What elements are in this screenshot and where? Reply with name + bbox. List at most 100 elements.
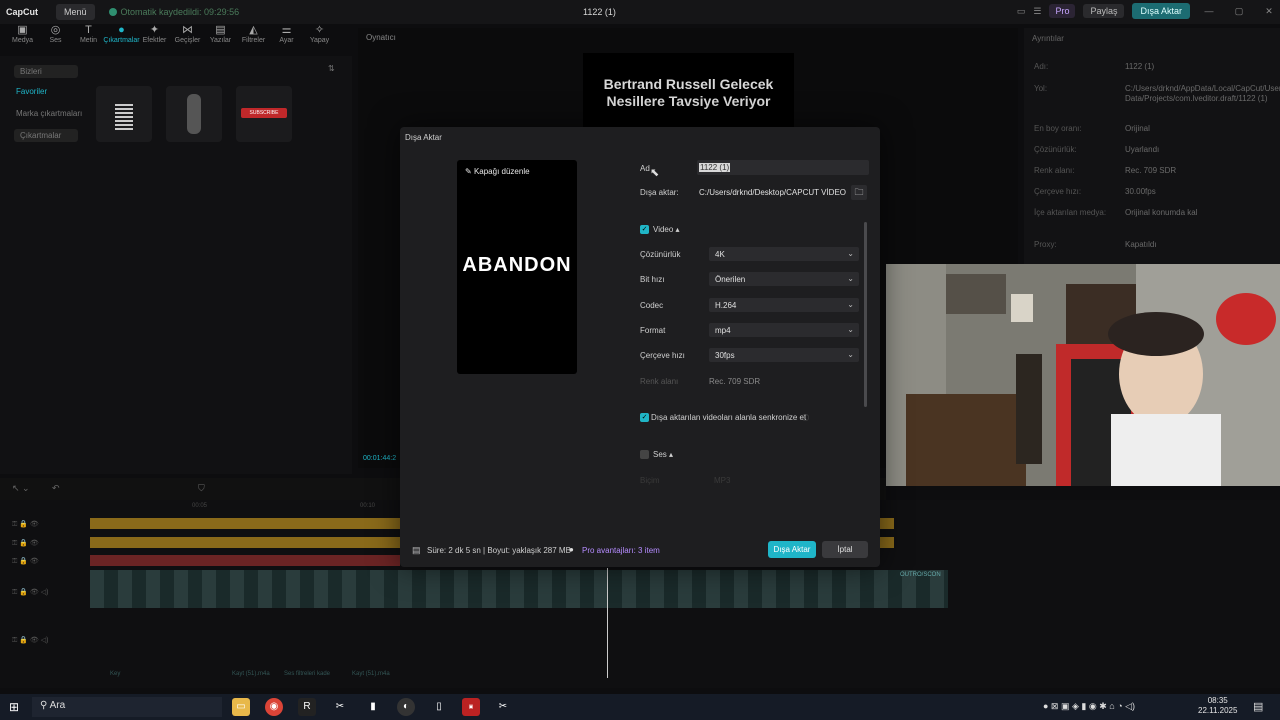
- maximize-icon[interactable]: ▢: [1228, 6, 1250, 17]
- audio-clip-3[interactable]: Kayt (51).m4a: [352, 671, 390, 677]
- layout-icon[interactable]: ▭: [1017, 6, 1026, 17]
- sync-label[interactable]: Dışa aktarılan videoları alanla senkroni…: [651, 413, 806, 422]
- cursor-icon: ⬉: [650, 167, 660, 179]
- tool-label: Ses: [49, 37, 62, 44]
- audio-clip-1[interactable]: Kayt (51).m4a: [232, 671, 270, 677]
- folder-icon[interactable]: 🗀: [851, 185, 867, 200]
- category-dropdown[interactable]: Bizleri: [14, 65, 78, 78]
- favorites-link[interactable]: Favoriler: [16, 87, 47, 96]
- track-red[interactable]: [90, 555, 400, 566]
- name-input[interactable]: 1122 (1): [697, 160, 869, 175]
- bitrate-select[interactable]: Önerilen ⌄: [709, 272, 859, 286]
- detail-value: Orijinal konumda kal: [1125, 208, 1198, 217]
- capcut-icon-2[interactable]: ✂: [494, 698, 512, 716]
- search-placeholder: Ara: [49, 700, 66, 711]
- track-controls[interactable]: ⚿ 🔒 👁 ◁): [12, 588, 48, 597]
- sticker-thumb-1[interactable]: [96, 86, 152, 142]
- file-explorer-icon[interactable]: ▭: [232, 698, 250, 716]
- settings-icon[interactable]: ☰: [1033, 6, 1041, 17]
- track-controls[interactable]: ⚿ 🔒 👁: [12, 557, 39, 566]
- detail-label: Yol:: [1034, 84, 1048, 93]
- playhead[interactable]: [607, 568, 608, 678]
- detail-label: Renk alanı:: [1034, 166, 1075, 175]
- app-r-icon[interactable]: R: [298, 698, 316, 716]
- tool-yazılar[interactable]: ▤ Yazılar: [204, 24, 237, 54]
- sticker-thumb-3[interactable]: SUBSCRIBE: [236, 86, 292, 142]
- edit-cover-button[interactable]: ✎ Kapağı düzenle: [465, 167, 530, 176]
- undo-icon[interactable]: ↶: [52, 483, 60, 494]
- dialog-scrollbar[interactable]: [864, 222, 867, 407]
- tool-ses[interactable]: ◎ Ses: [39, 24, 72, 54]
- ai-icon: ✧: [314, 24, 325, 36]
- audio-app-icon[interactable]: ▯: [430, 698, 448, 716]
- audio-section-label[interactable]: Ses ▴: [653, 450, 673, 459]
- notifications-icon[interactable]: ▤: [1253, 700, 1263, 713]
- filter-icon[interactable]: ⇅: [328, 64, 335, 73]
- taskbar-clock[interactable]: 08:35 22.11.2025: [1198, 696, 1237, 716]
- format-label: Format: [640, 326, 666, 335]
- track-controls[interactable]: ⚿ 🔒 👁: [12, 520, 39, 529]
- tool-metin[interactable]: T Metin: [72, 24, 105, 54]
- obs-icon[interactable]: ◐: [397, 698, 415, 716]
- stickers-dropdown[interactable]: Çıkartmalar: [14, 129, 78, 142]
- track-controls[interactable]: ⚿ 🔒 👁: [12, 539, 39, 548]
- framerate-select[interactable]: 30fps ⌄: [709, 348, 859, 362]
- tool-label: Medya: [11, 37, 33, 44]
- dialog-title: Dışa Aktar: [405, 133, 442, 142]
- video-preview[interactable]: Bertrand Russell Gelecek Nesillere Tavsi…: [583, 53, 794, 133]
- tool-medya[interactable]: ▣ Medya: [6, 24, 39, 54]
- detail-value: Rec. 709 SDR: [1125, 166, 1177, 175]
- chrome-icon[interactable]: ◉: [265, 698, 283, 716]
- share-button[interactable]: Paylaş: [1083, 4, 1125, 18]
- bitrate-label: Bit hızı: [640, 275, 665, 284]
- tool-geçişler[interactable]: ⋈ Geçişler: [171, 24, 204, 54]
- select-tool-icon[interactable]: ↖ ⌄: [12, 483, 30, 494]
- video-editor-icon[interactable]: ▣: [462, 698, 480, 716]
- tool-label: Çıkartmalar: [103, 37, 140, 44]
- video-checkbox[interactable]: ✓: [640, 225, 649, 234]
- export-button-top[interactable]: Dışa Aktar: [1132, 3, 1190, 19]
- export-path-input[interactable]: C:/Users/drknd/Desktop/CAPCUT VİDEO ...: [693, 185, 847, 200]
- system-tray-icons[interactable]: ● ⊠ ▣ ◈ ▮ ◉ ✱ ⌂ ◔ ◁): [1043, 701, 1135, 712]
- windows-start-icon[interactable]: ⊞: [9, 700, 19, 714]
- tool-label: Yapay: [309, 37, 330, 44]
- pro-benefits[interactable]: Pro avantajları: 3 item: [582, 546, 660, 555]
- resolution-select[interactable]: 4K ⌄: [709, 247, 859, 261]
- audio-clip-2[interactable]: Ses filtreleri kade: [284, 671, 330, 677]
- brand-stickers-link[interactable]: Marka çıkartmaları: [16, 109, 82, 118]
- tool-efektler[interactable]: ✦ Efektler: [138, 24, 171, 54]
- pro-button[interactable]: Pro: [1049, 4, 1076, 18]
- track-controls[interactable]: ⚿ 🔒 👁 ◁): [12, 636, 48, 645]
- tool-ayar[interactable]: ⚌ Ayar: [270, 24, 303, 54]
- video-track[interactable]: [90, 570, 948, 608]
- export-button[interactable]: Dışa Aktar: [768, 541, 816, 558]
- info-icon: ●: [569, 545, 574, 554]
- cancel-button[interactable]: İptal: [822, 541, 868, 558]
- saved-icon: [108, 8, 117, 16]
- resolution-value: 4K: [715, 250, 725, 259]
- sticker-thumb-2[interactable]: [166, 86, 222, 142]
- app-logo: CapCut: [6, 7, 38, 17]
- format-select[interactable]: mp4 ⌄: [709, 323, 859, 337]
- tool-çıkartmalar[interactable]: ● Çıkartmalar: [103, 24, 140, 54]
- tool-yapay[interactable]: ✧ Yapay: [303, 24, 336, 54]
- menu-button[interactable]: Menü: [56, 4, 95, 20]
- tool-filtreler[interactable]: ◭ Filtreler: [237, 24, 270, 54]
- shield-icon[interactable]: ⛉: [198, 483, 205, 494]
- video-section-label[interactable]: Video ▴: [653, 225, 680, 234]
- taskbar-search[interactable]: ⚲ Ara: [32, 697, 222, 717]
- minimize-icon[interactable]: —: [1198, 6, 1220, 16]
- adjust-icon: ⚌: [281, 24, 292, 36]
- sync-checkbox[interactable]: ✓: [640, 413, 649, 422]
- mic-app-icon[interactable]: ▮: [364, 698, 382, 716]
- capcut-icon[interactable]: ✂: [331, 698, 349, 716]
- framerate-label: Çerçeve hızı: [640, 351, 685, 360]
- codec-select[interactable]: H.264 ⌄: [709, 298, 859, 312]
- text-icon: T: [85, 24, 92, 36]
- close-icon[interactable]: ✕: [1258, 6, 1280, 17]
- tool-label: Metin: [79, 37, 98, 44]
- chevron-down-icon: ⌄: [847, 300, 854, 309]
- detail-value: Orijinal: [1125, 124, 1150, 133]
- audio-checkbox[interactable]: [640, 450, 649, 459]
- info-icon[interactable]: ⓘ: [802, 413, 809, 423]
